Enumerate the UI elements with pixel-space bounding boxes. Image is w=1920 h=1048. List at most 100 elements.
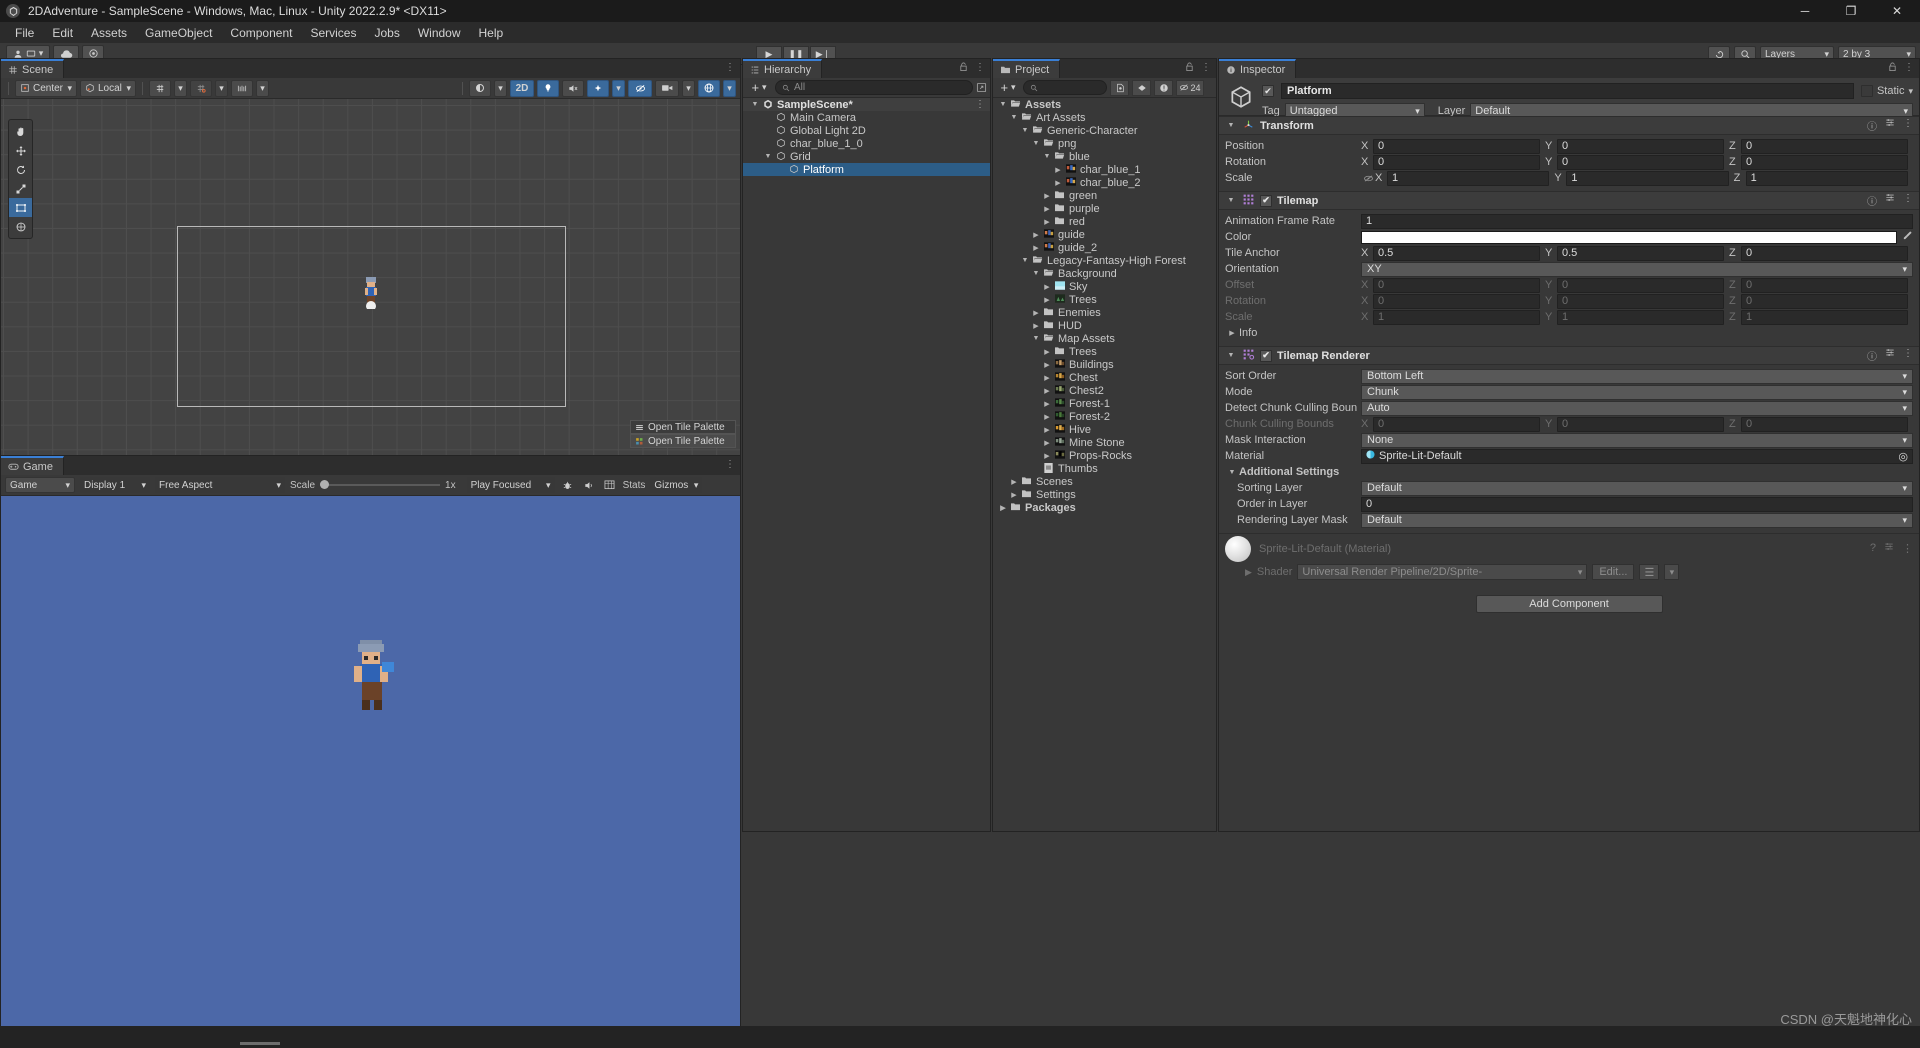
- project-item-enemies[interactable]: ▶ Enemies: [993, 306, 1216, 319]
- object-picker-icon[interactable]: ◎: [1898, 450, 1908, 463]
- disclosure-triangle-icon[interactable]: ▶: [1030, 309, 1042, 317]
- project-item-forest-1[interactable]: ▶ Forest-1: [993, 397, 1216, 410]
- hierarchy-item-samplescene[interactable]: ▼ SampleScene* ⋮: [743, 98, 990, 111]
- component-foldout-icon[interactable]: ▼: [1225, 352, 1237, 359]
- grid-axis-caret[interactable]: ▾: [174, 79, 187, 97]
- chunk-culling-bounds-z-input[interactable]: 0: [1741, 416, 1908, 432]
- offset-x-input[interactable]: 0: [1373, 277, 1540, 293]
- rotation-z-input[interactable]: 0: [1741, 293, 1908, 309]
- hierarchy-item-grid[interactable]: ▼ Grid: [743, 150, 990, 163]
- eyedropper-icon[interactable]: [1902, 230, 1913, 244]
- sorting-layer-dropdown[interactable]: Default ▾: [1361, 480, 1913, 496]
- component-header-tilemap-renderer[interactable]: ▼ ✔ Tilemap Renderer ⓘ ⋮: [1219, 346, 1919, 365]
- disclosure-triangle-icon[interactable]: ▼: [1019, 257, 1031, 264]
- scene-audio-button[interactable]: [562, 79, 584, 97]
- disclosure-triangle-icon[interactable]: ▼: [1030, 270, 1042, 277]
- project-item-props-rocks[interactable]: ▶ Props-Rocks: [993, 449, 1216, 462]
- toggle-2d-button[interactable]: 2D: [510, 79, 534, 97]
- disclosure-triangle-icon[interactable]: ▶: [1052, 166, 1064, 174]
- disclosure-triangle-icon[interactable]: ▶: [1041, 205, 1053, 213]
- hidden-objects-button[interactable]: [628, 79, 652, 97]
- shader-foldout-icon[interactable]: ▶: [1245, 567, 1252, 578]
- project-item-background[interactable]: ▼ Background: [993, 267, 1216, 280]
- constrain-proportions-icon[interactable]: [1361, 174, 1375, 183]
- project-item-guide-2[interactable]: ▶ guide_2: [993, 241, 1216, 254]
- component-help-icon[interactable]: ⓘ: [1867, 118, 1877, 133]
- disclosure-triangle-icon[interactable]: ▶: [1041, 387, 1053, 395]
- disclosure-triangle-icon[interactable]: ▼: [1041, 153, 1053, 160]
- shader-edit-button[interactable]: Edit...: [1592, 564, 1635, 580]
- gizmos-dropdown[interactable]: Gizmos ▾: [650, 477, 703, 493]
- disclosure-triangle-icon[interactable]: ▼: [762, 153, 774, 160]
- hierarchy-add-button[interactable]: + ▾: [746, 79, 772, 96]
- material-menu-icon[interactable]: ⋮: [1902, 542, 1913, 555]
- shader-dropdown[interactable]: Universal Render Pipeline/2D/Sprite- ▾: [1297, 564, 1588, 580]
- component-enabled-checkbox[interactable]: ✔: [1260, 349, 1272, 362]
- disclosure-triangle-icon[interactable]: ▼: [1030, 335, 1042, 342]
- project-item-art-assets[interactable]: ▼ Art Assets: [993, 111, 1216, 124]
- lock-icon[interactable]: [1185, 62, 1194, 72]
- disclosure-triangle-icon[interactable]: ▼: [1019, 127, 1031, 134]
- hierarchy-item-global-light-2d[interactable]: ▶ Global Light 2D: [743, 124, 990, 137]
- project-item-assets[interactable]: ▼ Assets: [993, 98, 1216, 111]
- project-item-buildings[interactable]: ▶ Buildings: [993, 358, 1216, 371]
- mode-dropdown[interactable]: Chunk ▾: [1361, 384, 1913, 400]
- position-x-input[interactable]: 0: [1373, 138, 1540, 154]
- rendering-layer-mask-dropdown[interactable]: Default ▾: [1361, 512, 1913, 528]
- hierarchy-menu-icon[interactable]: ⋮: [975, 62, 985, 73]
- sort-order-dropdown[interactable]: Bottom Left ▾: [1361, 368, 1913, 384]
- scale-slider[interactable]: [320, 480, 441, 489]
- ruler-button[interactable]: [231, 79, 253, 97]
- preset-icon[interactable]: [1884, 542, 1894, 551]
- project-search-input[interactable]: [1023, 80, 1107, 95]
- hierarchy-item-main-camera[interactable]: ▶ Main Camera: [743, 111, 990, 124]
- disclosure-triangle-icon[interactable]: ▶: [1041, 283, 1053, 291]
- rect-tool[interactable]: [9, 198, 32, 217]
- disclosure-triangle-icon[interactable]: ▶: [1041, 439, 1053, 447]
- disclosure-triangle-icon[interactable]: ▶: [1008, 478, 1020, 486]
- component-help-icon[interactable]: ⓘ: [1867, 193, 1877, 208]
- project-item-map-assets[interactable]: ▼ Map Assets: [993, 332, 1216, 345]
- lock-icon[interactable]: [1888, 62, 1897, 72]
- project-item-chest[interactable]: ▶ Chest: [993, 371, 1216, 384]
- scale-z-input[interactable]: 1: [1745, 170, 1908, 186]
- component-help-icon[interactable]: ⓘ: [1867, 348, 1877, 363]
- component-header-transform[interactable]: ▼ Transform ⓘ ⋮: [1219, 116, 1919, 135]
- close-button[interactable]: ✕: [1874, 0, 1920, 22]
- rotation-y-input[interactable]: 0: [1557, 293, 1724, 309]
- chunk-culling-bounds-x-input[interactable]: 0: [1373, 416, 1540, 432]
- grid-snap-button[interactable]: [190, 79, 212, 97]
- chunk-culling-bounds-y-input[interactable]: 0: [1557, 416, 1724, 432]
- component-menu-icon[interactable]: ⋮: [1903, 193, 1913, 208]
- shading-caret[interactable]: ▾: [494, 79, 507, 97]
- project-favorites-button[interactable]: [1110, 79, 1129, 96]
- scene-canvas[interactable]: Open Tile Palette Open Tile Palette: [1, 99, 740, 456]
- transform-tool[interactable]: [9, 217, 32, 236]
- hierarchy-item-char-blue-1-0[interactable]: ▶ char_blue_1_0: [743, 137, 990, 150]
- tab-hierarchy[interactable]: Hierarchy: [743, 59, 823, 78]
- disclosure-triangle-icon[interactable]: ▶: [1041, 296, 1053, 304]
- disclosure-triangle-icon[interactable]: ▶: [1041, 374, 1053, 382]
- grid-axis-button[interactable]: [149, 79, 171, 97]
- disclosure-triangle-icon[interactable]: ▼: [1008, 114, 1020, 121]
- stats-icon-button[interactable]: [602, 480, 618, 490]
- disclosure-triangle-icon[interactable]: ▶: [997, 504, 1009, 512]
- grid-snap-caret[interactable]: ▾: [215, 79, 228, 97]
- disclosure-triangle-icon[interactable]: ▶: [1008, 491, 1020, 499]
- scale-x-input[interactable]: 1: [1373, 309, 1540, 325]
- display-dropdown[interactable]: Display 1 ▾: [80, 477, 150, 493]
- disclosure-triangle-icon[interactable]: ▶: [1052, 179, 1064, 187]
- project-item-png[interactable]: ▼ png: [993, 137, 1216, 150]
- tab-project[interactable]: Project: [993, 59, 1061, 78]
- minimize-button[interactable]: ─: [1782, 0, 1828, 22]
- detect-chunk-culling-boun-dropdown[interactable]: Auto ▾: [1361, 400, 1913, 416]
- shading-mode-button[interactable]: [469, 79, 491, 97]
- project-item-hud[interactable]: ▶ HUD: [993, 319, 1216, 332]
- static-checkbox[interactable]: [1860, 85, 1873, 97]
- component-enabled-checkbox[interactable]: ✔: [1260, 194, 1272, 207]
- mask-interaction-dropdown[interactable]: None ▾: [1361, 432, 1913, 448]
- component-preset-icon[interactable]: [1885, 348, 1895, 357]
- project-item-green[interactable]: ▶ green: [993, 189, 1216, 202]
- disclosure-triangle-icon[interactable]: ▶: [1041, 452, 1053, 460]
- lock-icon[interactable]: [959, 62, 968, 72]
